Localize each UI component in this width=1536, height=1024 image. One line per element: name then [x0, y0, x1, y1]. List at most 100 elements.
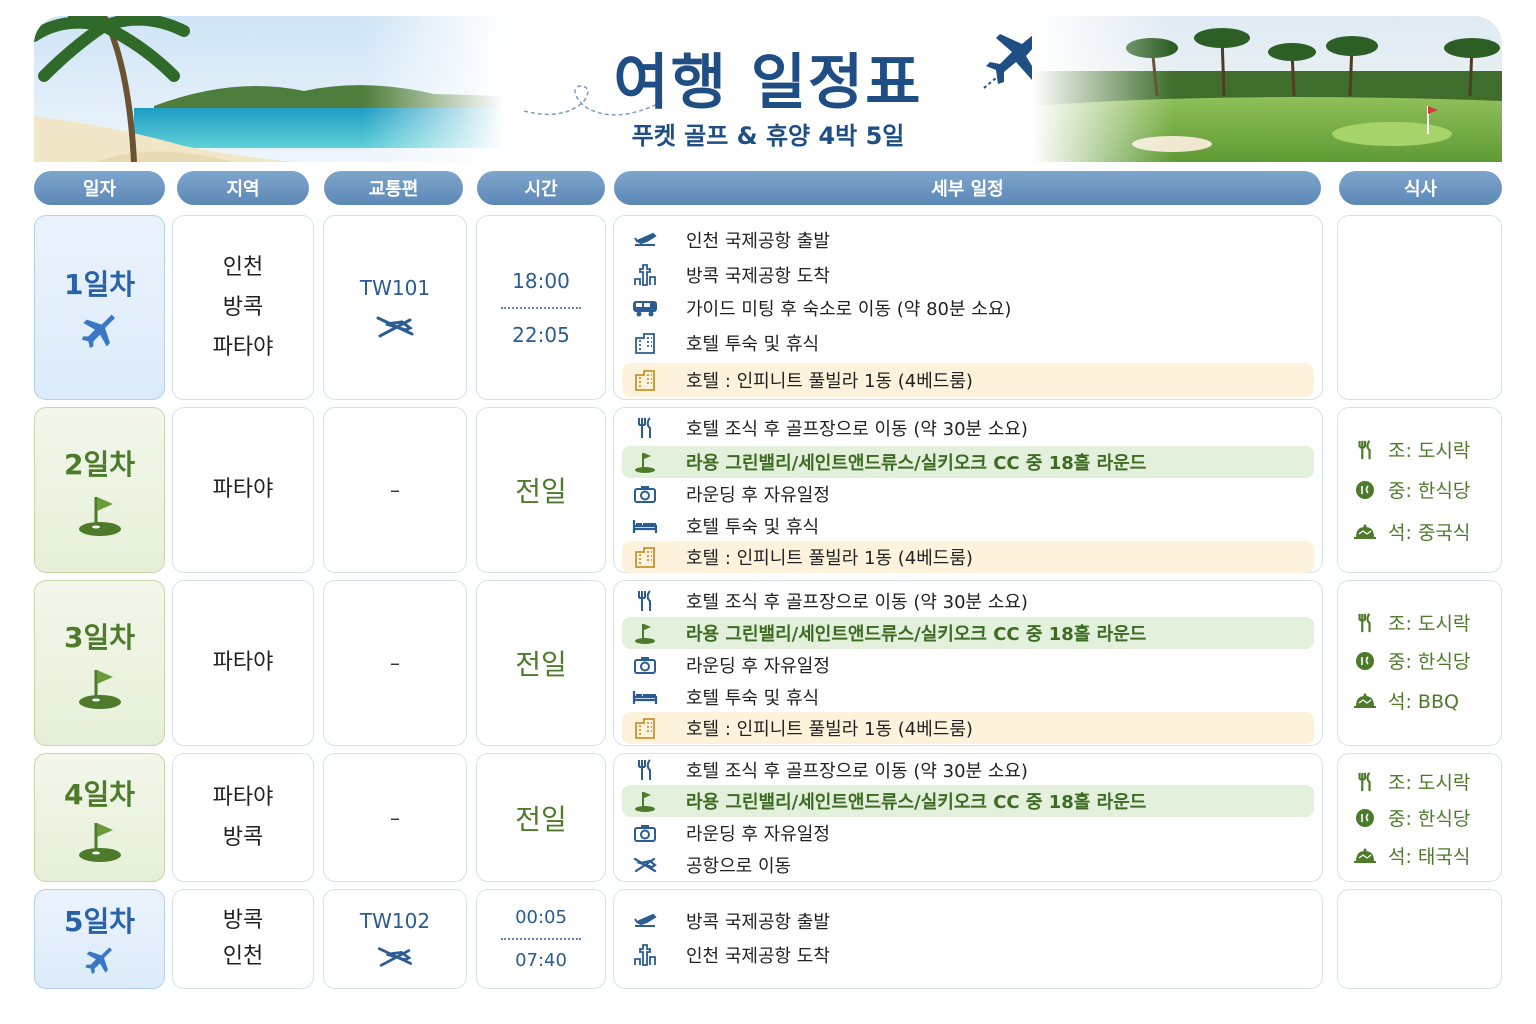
time-cell: 18:00 22:05 [476, 215, 606, 400]
schedule-text: 인천 국제공항 도착 [686, 946, 830, 967]
hotel-info-item: 호텔 : 인피니트 풀빌라 1동 (4베드룸) [622, 712, 1314, 744]
meal-text: 조: 도시락 [1388, 772, 1471, 794]
day-cell: 2일차 [34, 407, 165, 573]
no-transport: – [390, 805, 400, 830]
column-header-region: 지역 [177, 171, 309, 205]
region-cell: 인천 방콕 파타야 [172, 215, 314, 400]
region-name: 파타야 [212, 334, 274, 360]
golf-flag-icon [78, 822, 121, 862]
schedule-cell: 호텔 조식 후 골프장으로 이동 (약 30분 소요) 라용 그린밸리/세인트앤… [613, 580, 1323, 746]
column-header-meals: 식사 [1339, 171, 1502, 205]
flight-number: TW101 [359, 275, 431, 300]
page-subtitle: 푸켓 골프 & 휴양 4박 5일 [631, 122, 905, 150]
schedule-item: 인천 국제공항 출발 [622, 224, 1314, 256]
schedule-text: 라용 그린밸리/세인트앤드류스/실키오크 CC 중 18홀 라운드 [686, 792, 1147, 813]
page-title: 여행 일정표 [613, 48, 923, 118]
region-name: 파타야 [212, 784, 274, 810]
meal-text: 조: 도시락 [1388, 440, 1471, 462]
departure-time: 00:05 [515, 907, 567, 928]
meal-item: 중: 한식당 [1354, 476, 1470, 503]
region-name: 파타야 [212, 650, 274, 675]
day-cell: 4일차 [34, 753, 165, 882]
golf-round-item: 라용 그린밸리/세인트앤드류스/실키오크 CC 중 18홀 라운드 [622, 785, 1314, 817]
plane-takeoff-icon [622, 912, 668, 930]
schedule-item: 공항으로 이동 [622, 849, 1314, 881]
airport-tower-icon [622, 263, 668, 287]
region-name: 인천 [222, 944, 264, 969]
region-cell: 방콕 인천 [172, 889, 314, 989]
schedule-text: 라운딩 후 자유일정 [686, 656, 830, 677]
schedule-text: 호텔 조식 후 골프장으로 이동 (약 30분 소요) [686, 592, 1028, 613]
dish-icon [1354, 808, 1376, 828]
dish-icon [1354, 651, 1376, 671]
day-label: 4일차 [63, 777, 135, 811]
day-label: 3일차 [63, 621, 135, 654]
time-cell: 전일 [476, 753, 606, 882]
utensils-icon [1354, 612, 1376, 633]
day-label: 2일차 [63, 448, 135, 481]
schedule-cell: 호텔 조식 후 골프장으로 이동 (약 30분 소요) 라용 그린밸리/세인트앤… [613, 753, 1323, 882]
hotel-info-item: 호텔 : 인피니트 풀빌라 1동 (4베드룸) [622, 363, 1314, 397]
schedule-cell: 인천 국제공항 출발 방콕 국제공항 도착 가이드 미팅 후 숙소로 이동 (약… [613, 215, 1323, 400]
schedule-text: 공항으로 이동 [686, 856, 792, 877]
meal-text: 중: 한식당 [1388, 480, 1471, 502]
meals-cell: 조: 도시락 중: 한식당 석: 태국식 [1337, 753, 1502, 882]
hotel-info-item: 호텔 : 인피니트 풀빌라 1동 (4베드룸) [622, 541, 1314, 573]
meal-item: 중: 한식당 [1354, 804, 1470, 831]
schedule-item: 방콕 국제공항 출발 [622, 905, 1314, 937]
schedule-text: 호텔 투숙 및 휴식 [686, 688, 820, 709]
schedule-text: 인천 국제공항 출발 [686, 231, 830, 252]
schedule-text: 방콕 국제공항 도착 [686, 266, 830, 287]
schedule-cell: 호텔 조식 후 골프장으로 이동 (약 30분 소요) 라용 그린밸리/세인트앤… [613, 407, 1323, 573]
day-cell: 3일차 [34, 580, 165, 746]
plane-icon [376, 316, 414, 337]
utensils-icon [622, 417, 668, 439]
golf-round-item: 라용 그린밸리/세인트앤드류스/실키오크 CC 중 18홀 라운드 [622, 446, 1314, 478]
meals-cell [1337, 889, 1502, 989]
plane-icon [84, 947, 112, 974]
meal-text: 석: 태국식 [1388, 846, 1471, 868]
no-transport: – [390, 478, 400, 502]
golf-course-image [1032, 16, 1502, 162]
meal-item: 석: 태국식 [1354, 842, 1470, 869]
plane-icon [81, 314, 115, 348]
bus-icon [622, 299, 668, 317]
utensils-icon [622, 759, 668, 781]
day-cell: 5일차 [34, 889, 165, 989]
meal-text: 중: 한식당 [1388, 651, 1471, 673]
all-day-label: 전일 [515, 802, 567, 836]
schedule-item: 방콕 국제공항 도착 [622, 259, 1314, 291]
bed-icon [622, 518, 668, 534]
schedule-text: 호텔 투숙 및 휴식 [686, 517, 820, 538]
region-name: 방콕 [222, 908, 264, 933]
transport-cell: – [323, 753, 467, 882]
time-cell: 전일 [476, 580, 606, 746]
cloche-icon [1354, 692, 1376, 710]
schedule-item: 라운딩 후 자유일정 [622, 478, 1314, 510]
schedule-text: 방콕 국제공항 출발 [686, 912, 830, 933]
schedule-item: 호텔 조식 후 골프장으로 이동 (약 30분 소요) [622, 585, 1314, 617]
hotel-icon [622, 717, 668, 739]
schedule-item: 호텔 투숙 및 휴식 [622, 681, 1314, 713]
plane-icon [377, 947, 413, 967]
schedule-cell: 방콕 국제공항 출발 인천 국제공항 도착 [613, 889, 1323, 989]
camera-icon [622, 656, 668, 674]
region-name: 방콕 [222, 294, 264, 320]
airport-tower-icon [622, 943, 668, 967]
arrival-time: 07:40 [515, 950, 567, 971]
utensils-icon [1354, 771, 1376, 792]
meal-item: 조: 도시락 [1354, 609, 1470, 636]
day-label: 5일차 [63, 905, 135, 938]
camera-icon [622, 485, 668, 503]
flight-number: TW102 [359, 909, 431, 933]
region-name: 인천 [222, 254, 264, 280]
schedule-text: 호텔 : 인피니트 풀빌라 1동 (4베드룸) [686, 719, 973, 740]
bed-icon [622, 689, 668, 705]
region-cell: 파타야 [172, 407, 314, 573]
schedule-item: 인천 국제공항 도착 [622, 939, 1314, 971]
golf-flag-icon [78, 670, 121, 709]
all-day-label: 전일 [515, 648, 567, 681]
meal-item: 석: 중국식 [1354, 518, 1470, 545]
no-transport: – [390, 651, 400, 675]
column-header-details: 세부 일정 [614, 171, 1321, 205]
